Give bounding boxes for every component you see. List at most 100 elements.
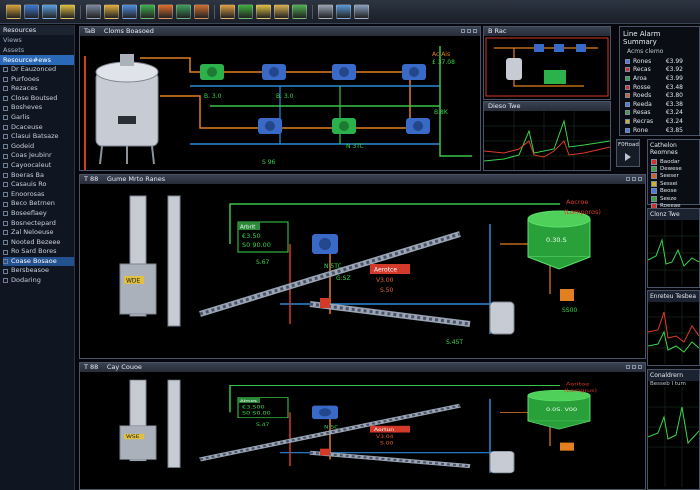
sidebar-tree-item[interactable]: Garlis — [3, 113, 74, 123]
pump-blue-5[interactable] — [406, 118, 430, 134]
edit-icon[interactable] — [42, 4, 57, 19]
sidebar-tree-item[interactable]: Dcaceuse — [3, 123, 74, 133]
small-vessel[interactable] — [489, 451, 515, 474]
valve-red[interactable] — [320, 448, 330, 456]
alarm-row[interactable]: Resas €3.24 — [625, 109, 685, 118]
alarm-row[interactable]: Reeda €3.38 — [625, 100, 685, 109]
right-trend-chart-1 — [648, 220, 699, 286]
bottom-process-diagram: WSE Almos€3.S00S0 S0.00 S.47 N 5C Aortun V3.0… — [119, 379, 597, 474]
top-label-value2: B.8K — [434, 109, 449, 116]
folder-icon[interactable] — [6, 4, 21, 19]
play-icon[interactable] — [625, 153, 631, 161]
distillation-column-2[interactable] — [167, 379, 181, 468]
sidebar-tree-item[interactable]: Dr Eauzonced — [3, 65, 74, 75]
value-box-tag: Almos — [240, 399, 257, 404]
sidebar-tree-item[interactable]: Enoorosas — [3, 190, 74, 200]
tank-value: 0.30.S — [546, 236, 567, 244]
alarm-icon[interactable] — [60, 4, 75, 19]
document-icon[interactable] — [274, 4, 289, 19]
panel-controls[interactable] — [626, 177, 642, 181]
pump-blue-3[interactable] — [402, 64, 426, 80]
save-icon[interactable] — [24, 4, 39, 19]
small-vessel[interactable] — [489, 301, 515, 335]
arrows-icon[interactable] — [176, 4, 191, 19]
sidebar-tree-item[interactable]: Close Boutsed — [3, 94, 74, 104]
tree-item-label: Bosnectepard — [11, 218, 56, 227]
sidebar-tree-item[interactable]: Casauis Ro — [3, 180, 74, 190]
cathelon-row[interactable]: Beose — [651, 188, 699, 195]
print-icon[interactable] — [86, 4, 101, 19]
sidebar-tree-item[interactable]: Coase Bosaoe — [3, 256, 74, 267]
sidebar-tree-item[interactable]: Bersbeasoe — [3, 266, 74, 276]
alarm-row[interactable]: Roeds €3.80 — [625, 91, 685, 100]
cathelon-row[interactable]: Dewese — [651, 165, 699, 173]
cathelon-name: Sessei — [660, 180, 678, 187]
pump-green-1[interactable] — [200, 64, 224, 80]
column-base[interactable] — [119, 425, 157, 460]
alarm-row[interactable]: Recas €3.92 — [625, 66, 685, 75]
tree-item-label: Bersbeasoe — [11, 266, 49, 275]
key-icon[interactable] — [104, 4, 119, 19]
alarm-name: Rones — [633, 57, 652, 65]
tools-icon[interactable] — [158, 4, 173, 19]
tree-node-icon — [3, 201, 8, 207]
wrench-icon[interactable] — [194, 4, 209, 19]
reactor-vessel[interactable] — [95, 54, 159, 165]
tank-note-1: Aocroe — [566, 198, 588, 206]
sidebar-tree-item[interactable]: Purfooes — [3, 75, 74, 85]
valve-orange[interactable] — [560, 289, 574, 301]
sidebar-tree-item[interactable]: Beco Betrnen — [3, 199, 74, 209]
sidebar-tree-item[interactable]: Godeid — [3, 142, 74, 152]
cathelon-row[interactable]: Baodar — [651, 158, 699, 165]
sidebar-tree-item[interactable]: Rezaces — [3, 84, 74, 94]
sidebar-tree-item[interactable]: Nooted Bezeee — [3, 238, 74, 248]
alarm-row[interactable]: Rones €3.99 — [625, 57, 685, 66]
valve-orange[interactable] — [560, 442, 574, 451]
alarm-row[interactable]: Rone €3.85 — [625, 126, 685, 135]
box-icon[interactable] — [220, 4, 235, 19]
gear-icon[interactable] — [318, 4, 333, 19]
sidebar-selected-item[interactable]: Resource#ews — [0, 55, 74, 65]
panel-controls[interactable] — [461, 29, 477, 33]
pump-blue-1[interactable] — [262, 64, 286, 80]
sidebar-tree-item[interactable]: Clasui Batsaze — [3, 132, 74, 142]
pump-blue-2[interactable] — [332, 64, 356, 80]
sidebar-tree-item[interactable]: Ro Sard Bores — [3, 247, 74, 257]
grid-icon[interactable] — [122, 4, 137, 19]
sidebar-views[interactable]: Views — [0, 35, 74, 45]
panel-controls[interactable] — [626, 365, 642, 369]
alarm-row[interactable]: Rosse €3.48 — [625, 83, 685, 92]
pump-blue-4[interactable] — [258, 118, 282, 134]
user-icon[interactable] — [354, 4, 369, 19]
alarm-row[interactable]: Aroa €3.99 — [625, 74, 685, 83]
alarm-status-icon — [625, 58, 630, 64]
sidebar-tree-item[interactable]: Bosnectepard — [3, 219, 74, 229]
alarm-row[interactable]: Recras €3.24 — [625, 117, 685, 126]
sidebar-tree-item[interactable]: Zal Neloeuse — [3, 228, 74, 238]
cathelon-row[interactable]: Seeze — [651, 195, 699, 202]
globe-icon[interactable] — [336, 4, 351, 19]
sidebar-tree-item[interactable]: Bosheves — [3, 103, 74, 113]
tank-value: 0.0S. V00 — [546, 408, 578, 413]
cathelon-status-icon — [651, 188, 657, 195]
lock-icon[interactable] — [256, 4, 271, 19]
sidebar-tree-item[interactable]: Dodaring — [3, 276, 74, 286]
chart-icon[interactable] — [238, 4, 253, 19]
distillation-column-2[interactable] — [167, 195, 181, 327]
sidebar-tree-item[interactable]: Boeras Ba — [3, 171, 74, 181]
tree-item-label: Ro Sard Bores — [11, 247, 57, 256]
alarm-name: Rone — [633, 126, 649, 134]
pump-green-2[interactable] — [332, 118, 356, 134]
sidebar-assets[interactable]: Assets — [0, 45, 74, 55]
value-box-value-2: S0 S0.00 — [242, 411, 271, 416]
sidebar-tree-item[interactable]: Boseeflaey — [3, 209, 74, 219]
valve-red[interactable] — [320, 298, 330, 308]
sidebar-tree-item[interactable]: Coas Jeubinr — [3, 151, 74, 161]
pencil-icon[interactable] — [140, 4, 155, 19]
sidebar-tree-item[interactable]: Cayoocaleut — [3, 161, 74, 171]
cathelon-row[interactable]: Sessei — [651, 180, 699, 187]
target-icon[interactable] — [292, 4, 307, 19]
cathelon-row[interactable]: Seeser — [651, 173, 699, 180]
column-base[interactable] — [119, 263, 157, 315]
pump-tag: N 5TC — [324, 263, 342, 270]
